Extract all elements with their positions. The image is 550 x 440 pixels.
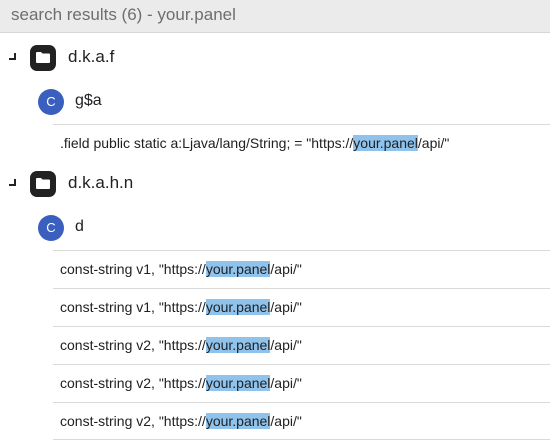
class-label: g$a <box>75 92 102 109</box>
package-label: d.k.a.h.n <box>68 173 134 192</box>
match-highlight: your.panel <box>353 135 418 151</box>
header-title: search results (6) - your.panel <box>11 5 236 24</box>
result-row[interactable]: const-string v2, "https://your.panel/api… <box>53 402 550 440</box>
expand-collapse-icon[interactable] <box>9 53 16 60</box>
result-text: const-string v1, "https://your.panel/api… <box>60 261 302 277</box>
match-highlight: your.panel <box>205 413 271 429</box>
class-icon: C <box>38 215 64 241</box>
class-row-d[interactable]: C d <box>0 206 550 250</box>
result-text: .field public static a:Ljava/lang/String… <box>60 135 450 151</box>
match-highlight: your.panel <box>205 261 271 277</box>
result-row[interactable]: const-string v1, "https://your.panel/api… <box>53 288 550 326</box>
class-label: d <box>75 218 84 235</box>
class-row-g-a[interactable]: C g$a <box>0 80 550 124</box>
result-row[interactable]: const-string v2, "https://your.panel/api… <box>53 364 550 402</box>
result-text: const-string v2, "https://your.panel/api… <box>60 375 302 391</box>
package-row-d-k-a-f[interactable]: d.k.a.f <box>0 36 550 80</box>
result-row[interactable]: .field public static a:Ljava/lang/String… <box>53 124 550 162</box>
match-highlight: your.panel <box>205 299 271 315</box>
match-highlight: your.panel <box>205 375 271 391</box>
package-row-d-k-a-h-n[interactable]: d.k.a.h.n <box>0 162 550 206</box>
folder-icon <box>30 171 56 197</box>
result-row[interactable]: const-string v2, "https://your.panel/api… <box>53 326 550 364</box>
match-highlight: your.panel <box>205 337 271 353</box>
result-text: const-string v1, "https://your.panel/api… <box>60 299 302 315</box>
search-results-header: search results (6) - your.panel <box>0 0 550 33</box>
result-row[interactable]: const-string v1, "https://your.panel/api… <box>53 250 550 288</box>
result-text: const-string v2, "https://your.panel/api… <box>60 413 302 429</box>
class-icon: C <box>38 89 64 115</box>
package-label: d.k.a.f <box>68 47 115 66</box>
result-text: const-string v2, "https://your.panel/api… <box>60 337 302 353</box>
folder-icon <box>30 45 56 71</box>
expand-collapse-icon[interactable] <box>9 179 16 186</box>
